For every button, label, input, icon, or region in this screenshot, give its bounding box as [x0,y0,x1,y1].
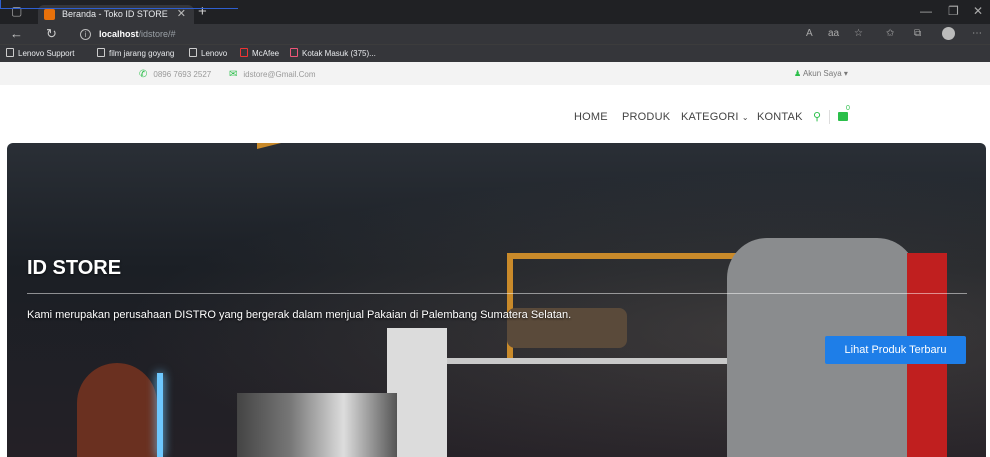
gmail-icon [290,48,298,57]
phone-text: 0896 7693 2527 [153,70,212,79]
site-header: HOME PRODUK KATEGORI ⌄ KONTAK ⚲ 0 [0,85,990,143]
bookmark-lenovo-support[interactable]: Lenovo Support [6,48,75,58]
blue-light [157,373,163,457]
search-icon[interactable]: ⚲ [813,110,821,123]
url-host: localhost [99,29,139,39]
favorites-add-icon[interactable]: ☆ [854,28,863,39]
account-label: Akun Saya [802,69,842,78]
restore-icon[interactable]: ❐ [948,4,959,18]
nav-produk[interactable]: PRODUK [622,111,670,123]
profile-avatar[interactable] [942,27,955,40]
more-icon[interactable]: ⋯ [972,28,982,39]
page-icon [97,48,105,57]
bookmark-label: Lenovo [201,49,228,58]
minimize-icon[interactable]: — [920,4,932,18]
nav-divider [829,110,830,124]
cart-icon[interactable] [838,112,848,121]
mcafee-icon [240,48,248,57]
hero-divider [27,293,967,294]
phone-icon: ✆ [139,69,148,80]
bookmark-film[interactable]: film jarang goyang [97,48,174,58]
cart-count-badge: 0 [846,105,850,112]
contact-email[interactable]: ✉ idstore@Gmail.Com [229,69,316,80]
page-icon [6,48,14,57]
read-aloud-icon[interactable]: A [806,28,813,39]
tab-title: Beranda - Toko ID STORE [62,9,168,19]
bookmark-label: Lenovo Support [18,49,75,58]
bookmarks-bar: Lenovo Support film jarang goyang Lenovo… [0,44,990,62]
bookmark-gmail[interactable]: Kotak Masuk (375)... [290,48,376,58]
view-latest-products-button[interactable]: Lihat Produk Terbaru [825,336,966,364]
chevron-down-icon: ⌄ [741,113,749,122]
bookmark-label: Kotak Masuk (375)... [302,49,376,58]
user-icon: ♟ [794,69,802,78]
hero-description: Kami merupakan perusahaan DISTRO yang be… [27,309,572,321]
url-field[interactable]: i localhost/idstore/# [80,26,880,42]
nav-home[interactable]: HOME [574,111,608,123]
bookmark-label: McAfee [252,49,280,58]
page-icon [189,48,197,57]
selection-outline [0,0,238,9]
hero-banner: ID STORE Kami merupakan perusahaan DISTR… [7,143,986,457]
glass-shelf [447,358,727,364]
address-bar-row: ← ↻ i localhost/idstore/# A aa ☆ ✩ ⧉ ⋯ [0,24,990,44]
nav-kategori-label: KATEGORI [681,111,739,123]
nav-kontak[interactable]: KONTAK [757,111,803,123]
email-text: idstore@Gmail.Com [243,70,316,79]
poster-figure [77,363,157,457]
account-dropdown[interactable]: ♟ Akun Saya ▾ [794,69,848,78]
clothes-rack [237,393,397,457]
nav-kategori[interactable]: KATEGORI ⌄ [681,111,749,123]
url-path: /idstore/# [138,29,176,39]
collections-icon[interactable]: ⧉ [914,28,921,39]
bookmark-label: film jarang goyang [109,49,175,58]
close-window-icon[interactable]: ✕ [973,4,983,18]
bookmark-mcafee[interactable]: McAfee [240,48,279,58]
hero-title: ID STORE [27,257,122,279]
mail-icon: ✉ [229,69,238,80]
refresh-icon[interactable]: ↻ [46,26,57,42]
contact-phone[interactable]: ✆ 0896 7693 2527 [139,69,211,80]
back-icon[interactable]: ← [10,26,23,41]
site-favicon-icon [44,9,55,20]
site-topbar: ✆ 0896 7693 2527 ✉ idstore@Gmail.Com ♟ Aku… [0,62,990,85]
favorites-icon[interactable]: ✩ [886,28,894,39]
reader-icon[interactable]: aa [828,28,839,39]
site-info-icon[interactable]: i [80,29,91,41]
bookmark-lenovo[interactable]: Lenovo [189,48,227,58]
